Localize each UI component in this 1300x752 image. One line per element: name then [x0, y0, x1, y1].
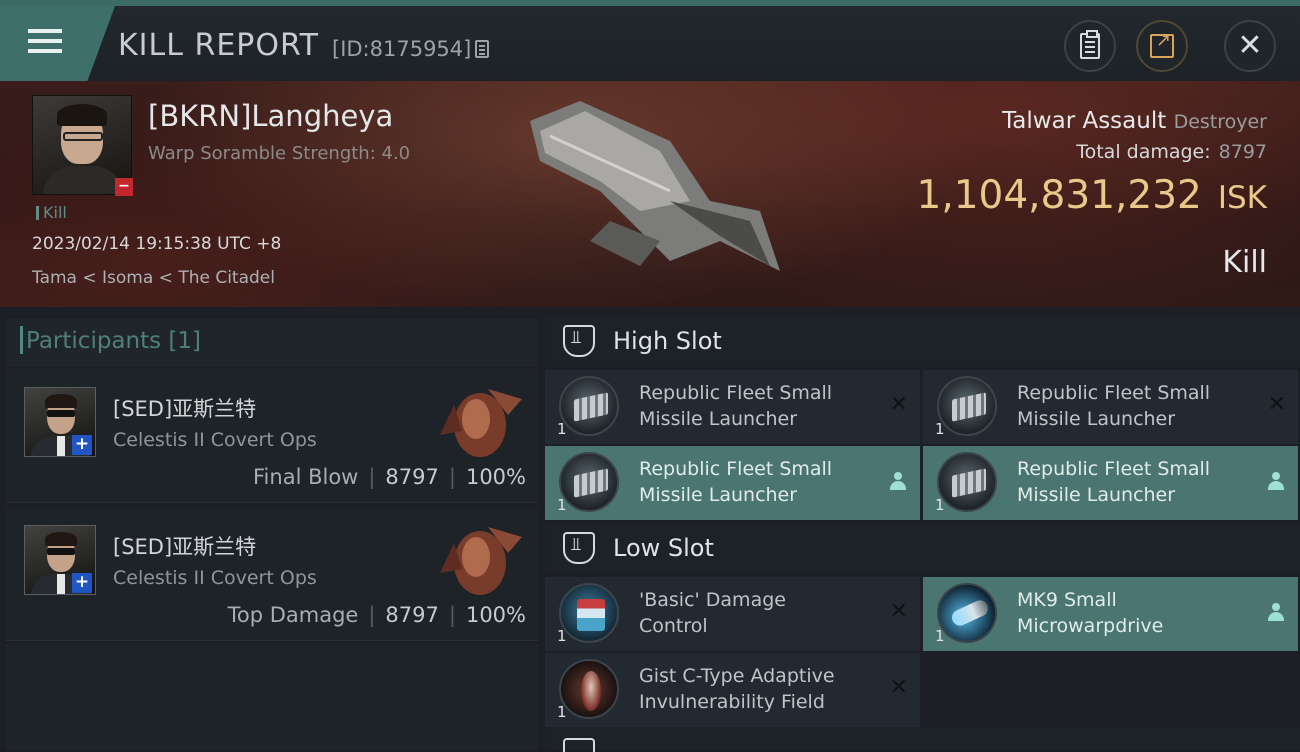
- header-bar: KILL REPORT [ID:8175954] ✕: [0, 6, 1300, 81]
- total-damage: Total damage: 8797: [1076, 141, 1267, 163]
- module-item[interactable]: 1 'Basic' Damage Control ✕: [545, 577, 920, 651]
- module-name: Republic Fleet Small Missile Launcher: [639, 382, 833, 430]
- missile-launcher-icon: [937, 452, 997, 512]
- minus-badge-icon: −: [115, 178, 133, 196]
- module-quantity: 1: [557, 496, 567, 514]
- invulnerability-field-icon: [559, 659, 619, 719]
- participant-role: Top Damage: [227, 603, 359, 627]
- result-label: Kill: [1222, 245, 1267, 280]
- participant-role: Final Blow: [253, 465, 359, 489]
- participant-name: [SED]亚斯兰特: [113, 535, 257, 559]
- close-icon: ✕: [1237, 28, 1263, 63]
- participants-title: Participants [1]: [20, 326, 201, 354]
- participant-card[interactable]: + [SED]亚斯兰特 Celestis II Covert Ops Final…: [6, 369, 538, 503]
- module-item[interactable]: 1 Gist C-Type Adaptive Invulnerability Fi…: [545, 653, 920, 727]
- isk-value: 1,104,831,232 ISK: [917, 173, 1267, 218]
- victim-summary: − [BKRN]Langheya Warp Soramble Strength:…: [0, 81, 1300, 307]
- victim-ship-name[interactable]: Talwar Assault Destroyer: [1002, 108, 1267, 134]
- high-slot-header: High Slot: [545, 317, 1300, 367]
- participant-damage: 8797: [385, 603, 439, 627]
- destroyed-x-icon: ✕: [889, 599, 908, 624]
- destroyed-x-icon: ✕: [889, 392, 908, 417]
- participant-stats: Top Damage | 8797 | 100%: [227, 603, 526, 627]
- participant-percent: 100%: [465, 465, 526, 489]
- low-slot-header: Low Slot: [545, 524, 1300, 574]
- high-slot-title: High Slot: [613, 327, 722, 355]
- module-quantity: 1: [935, 627, 945, 645]
- kill-datetime: 2023/02/14 19:15:38 UTC +8: [32, 234, 282, 254]
- kill-location[interactable]: Tama < Isoma < The Citadel: [32, 268, 275, 288]
- copy-icon[interactable]: [475, 40, 490, 58]
- next-slot-header-peek: [545, 728, 1300, 752]
- missile-launcher-icon: [559, 452, 619, 512]
- module-item[interactable]: 1 Republic Fleet Small Missile Launcher ✕: [545, 370, 920, 444]
- participant-ship-image: [440, 389, 522, 457]
- module-name: Republic Fleet Small Missile Launcher: [639, 458, 833, 506]
- module-quantity: 1: [557, 627, 567, 645]
- module-quantity: 1: [935, 496, 945, 514]
- share-icon: [1150, 30, 1174, 58]
- isk-amount: 1,104,831,232: [916, 173, 1202, 218]
- clipboard-button[interactable]: [1064, 20, 1116, 72]
- module-quantity: 1: [557, 703, 567, 721]
- person-icon: [1268, 472, 1284, 490]
- missile-launcher-icon: [559, 376, 619, 436]
- participant-ship-image: [440, 527, 522, 595]
- module-name: Republic Fleet Small Missile Launcher: [1017, 458, 1211, 506]
- close-button[interactable]: ✕: [1224, 20, 1276, 72]
- module-name: Gist C-Type Adaptive Invulnerability Fiel…: [639, 665, 835, 713]
- person-icon: [890, 472, 906, 490]
- module-name: 'Basic' Damage Control: [639, 589, 786, 637]
- high-slot-icon: [563, 325, 595, 357]
- total-damage-label: Total damage:: [1076, 141, 1211, 163]
- kill-tag: Kill: [36, 203, 67, 222]
- damage-control-icon: [559, 583, 619, 643]
- menu-button[interactable]: [0, 6, 115, 81]
- participant-stats: Final Blow | 8797 | 100%: [253, 465, 526, 489]
- low-slot-title: Low Slot: [613, 534, 714, 562]
- participant-damage: 8797: [385, 465, 439, 489]
- warp-scramble-strength: Warp Soramble Strength: 4.0: [148, 143, 411, 164]
- destroyed-x-icon: ✕: [889, 675, 908, 700]
- participants-empty-area: [6, 644, 538, 750]
- share-button[interactable]: [1136, 20, 1188, 72]
- ship-name-text: Talwar Assault: [1002, 108, 1167, 134]
- report-id-text: [ID:8175954]: [332, 37, 472, 61]
- module-item[interactable]: 1 MK9 Small Microwarpdrive: [923, 577, 1298, 651]
- ship-class-text: Destroyer: [1173, 111, 1267, 133]
- plus-badge-icon: +: [72, 573, 92, 593]
- clipboard-icon: [1080, 30, 1100, 59]
- low-slot-icon: [563, 532, 595, 564]
- participants-header: Participants [1]: [6, 318, 538, 366]
- kill-report-window: KILL REPORT [ID:8175954] ✕ − [BKRN]Langh…: [0, 0, 1300, 752]
- person-icon: [1268, 603, 1284, 621]
- destroyed-x-icon: ✕: [1267, 392, 1286, 417]
- participant-name: [SED]亚斯兰特: [113, 397, 257, 421]
- module-quantity: 1: [557, 420, 567, 438]
- victim-name[interactable]: [BKRN]Langheya: [148, 99, 393, 133]
- microwarpdrive-icon: [937, 583, 997, 643]
- module-quantity: 1: [935, 420, 945, 438]
- plus-badge-icon: +: [72, 435, 92, 455]
- participant-card[interactable]: + [SED]亚斯兰特 Celestis II Covert Ops Top D…: [6, 507, 538, 641]
- participant-ship: Celestis II Covert Ops: [113, 567, 317, 589]
- total-damage-value: 8797: [1218, 141, 1267, 163]
- isk-unit: ISK: [1217, 180, 1267, 216]
- missile-launcher-icon: [937, 376, 997, 436]
- participant-percent: 100%: [465, 603, 526, 627]
- victim-ship-image[interactable]: [520, 91, 790, 291]
- module-item[interactable]: 1 Republic Fleet Small Missile Launcher: [923, 446, 1298, 520]
- page-title: KILL REPORT: [118, 28, 319, 63]
- report-id: [ID:8175954]: [332, 37, 490, 61]
- module-item[interactable]: 1 Republic Fleet Small Missile Launcher ✕: [923, 370, 1298, 444]
- module-name: MK9 Small Microwarpdrive: [1017, 589, 1164, 637]
- module-item[interactable]: 1 Republic Fleet Small Missile Launcher: [545, 446, 920, 520]
- module-name: Republic Fleet Small Missile Launcher: [1017, 382, 1211, 430]
- participant-ship: Celestis II Covert Ops: [113, 429, 317, 451]
